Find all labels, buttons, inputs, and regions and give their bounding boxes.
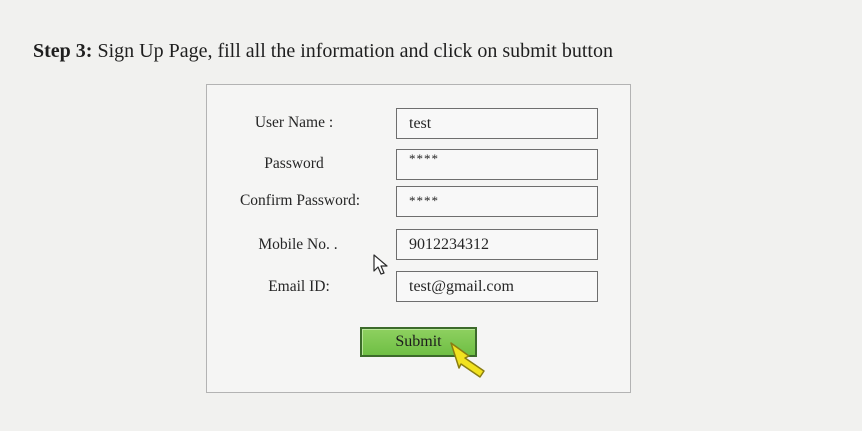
step-instruction: Step 3: Sign Up Page, fill all the infor…: [33, 40, 613, 63]
mobile-input[interactable]: 9012234312: [396, 229, 598, 260]
arrow-pointer-icon: [373, 254, 389, 276]
username-label: User Name :: [254, 114, 334, 131]
password-input[interactable]: ****: [396, 149, 598, 180]
confirm-password-input[interactable]: ****: [396, 186, 598, 217]
password-label: Password: [264, 155, 324, 172]
username-input[interactable]: test: [396, 108, 598, 139]
step-description: Sign Up Page, fill all the information a…: [92, 40, 613, 62]
mobile-label: Mobile No. .: [258, 236, 338, 253]
confirm-password-label: Confirm Password:: [239, 192, 361, 209]
email-input[interactable]: test@gmail.com: [396, 271, 598, 302]
hand-pointer-icon: [448, 341, 492, 379]
email-label: Email ID:: [268, 278, 330, 295]
step-number: Step 3:: [33, 40, 93, 62]
